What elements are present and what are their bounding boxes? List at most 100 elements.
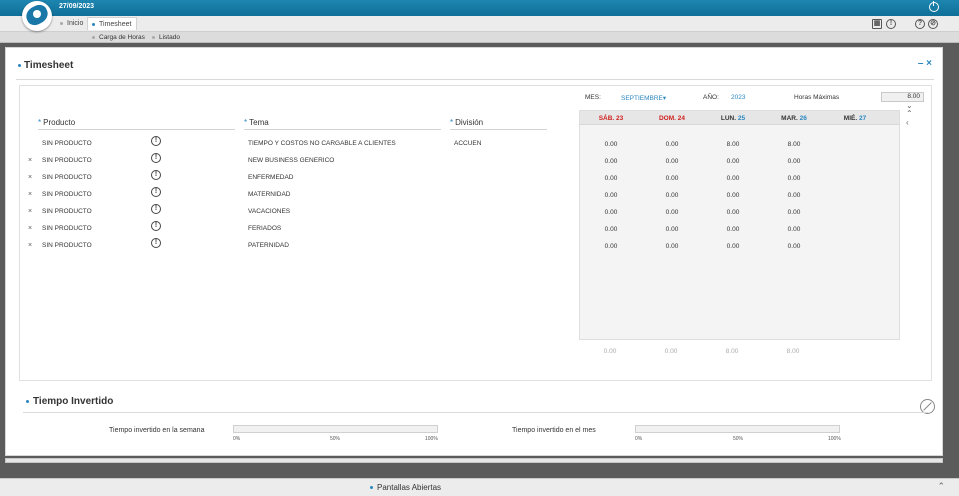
mes-label: MES:: [585, 94, 601, 101]
hours-cell[interactable]: 0.00: [774, 192, 814, 199]
daily-total: 8.00: [786, 348, 800, 355]
hours-cell[interactable]: 0.00: [652, 192, 692, 199]
remove-row-icon[interactable]: ×: [28, 174, 32, 181]
submenu-listado[interactable]: Listado: [152, 34, 180, 41]
day-header: MIÉ. 27: [835, 115, 875, 122]
hours-cell[interactable]: 0.00: [591, 141, 631, 148]
scrollbar[interactable]: [5, 458, 943, 463]
hours-cell[interactable]: 0.00: [591, 226, 631, 233]
column-division-label: División: [455, 118, 484, 127]
breadcrumb-home-label: Inicio: [67, 20, 84, 27]
producto-cell: SIN PRODUCTO: [42, 242, 92, 249]
remove-row-icon[interactable]: ×: [28, 157, 32, 164]
hours-cell[interactable]: 0.00: [774, 209, 814, 216]
daily-total: 0.00: [603, 348, 617, 355]
producto-cell: SIN PRODUCTO: [42, 140, 92, 147]
table-row[interactable]: × SIN PRODUCTO! NEW BUSINESS GENERICO: [20, 153, 580, 174]
app-logo[interactable]: [22, 1, 52, 31]
pantallas-abiertas[interactable]: Pantallas Abiertas: [370, 483, 441, 492]
hours-cell[interactable]: 0.00: [591, 243, 631, 250]
hours-cell[interactable]: 0.00: [591, 209, 631, 216]
bullet-icon: [92, 22, 95, 26]
table-row[interactable]: × SIN PRODUCTO! FERIADOS: [20, 221, 580, 242]
table-row[interactable]: × SIN PRODUCTO! ENFERMEDAD: [20, 170, 580, 191]
bullet-icon: [60, 21, 63, 25]
hours-cell[interactable]: 0.00: [713, 226, 753, 233]
hours-cell[interactable]: 0.00: [713, 243, 753, 250]
tema-cell: NEW BUSINESS GENERICO: [248, 157, 335, 164]
help-icon[interactable]: ?: [915, 19, 925, 29]
horas-maximas-field[interactable]: 8.00: [881, 92, 924, 102]
table-row[interactable]: × SIN PRODUCTO! PATERNIDAD: [20, 238, 580, 259]
current-date: 27/09/2023: [59, 3, 95, 10]
hours-cell[interactable]: 0.00: [652, 243, 692, 250]
breadcrumb-current-label: Timesheet: [99, 21, 132, 28]
hours-cell[interactable]: 0.00: [774, 158, 814, 165]
hours-cell[interactable]: 0.00: [652, 226, 692, 233]
remove-row-icon[interactable]: ×: [28, 208, 32, 215]
tema-cell: MATERNIDAD: [248, 191, 291, 198]
info-icon[interactable]: !: [151, 153, 161, 163]
producto-cell: SIN PRODUCTO: [42, 157, 92, 164]
info-icon[interactable]: !: [151, 238, 161, 248]
info-icon[interactable]: !: [151, 136, 161, 146]
mes-tick-0: 0%: [635, 436, 643, 442]
remove-row-icon[interactable]: ×: [28, 225, 32, 232]
hours-cell[interactable]: 8.00: [774, 141, 814, 148]
power-icon[interactable]: [929, 1, 939, 12]
panel-title-text: Timesheet: [24, 60, 74, 71]
minimize-icon[interactable]: –: [918, 58, 924, 69]
info-icon[interactable]: !: [151, 221, 161, 231]
table-row[interactable]: × SIN PRODUCTO! MATERNIDAD: [20, 187, 580, 208]
day-name: LUN.: [720, 115, 737, 122]
hours-grid-header: SÁB. 23 DOM. 24 LUN. 25 MAR. 26 MIÉ. 27: [580, 111, 899, 125]
hours-cell[interactable]: 0.00: [713, 175, 753, 182]
chevron-left-icon[interactable]: ‹: [906, 118, 909, 127]
anio-label: AÑO:: [703, 94, 719, 101]
hours-cell[interactable]: 0.00: [591, 158, 631, 165]
required-marker: *: [450, 118, 454, 127]
day-name: MIÉ.: [843, 115, 858, 122]
hours-cell[interactable]: 0.00: [774, 175, 814, 182]
hours-cell[interactable]: 0.00: [591, 192, 631, 199]
hours-cell[interactable]: 0.00: [652, 209, 692, 216]
calendar-icon[interactable]: ▦: [872, 19, 882, 29]
hours-cell[interactable]: 0.00: [652, 141, 692, 148]
hours-cell[interactable]: 0.00: [713, 209, 753, 216]
remove-row-icon[interactable]: ×: [28, 242, 32, 249]
info-icon[interactable]: !: [151, 204, 161, 214]
anio-value[interactable]: 2023: [731, 94, 745, 101]
hours-cell[interactable]: 0.00: [652, 175, 692, 182]
day-number: 24: [677, 115, 686, 122]
horas-maximas-label: Horas Máximas: [794, 94, 840, 101]
day-number: 27: [858, 115, 867, 122]
breadcrumb-home[interactable]: Inicio: [60, 20, 83, 27]
submenu-carga-horas[interactable]: Carga de Horas: [92, 34, 145, 41]
mes-value: SEPTIEMBRE: [621, 95, 663, 102]
hours-cell[interactable]: 0.00: [774, 243, 814, 250]
hours-cell[interactable]: 0.00: [591, 175, 631, 182]
producto-cell: SIN PRODUCTO: [42, 225, 92, 232]
close-icon[interactable]: ×: [926, 58, 932, 69]
hours-cell[interactable]: 0.00: [713, 158, 753, 165]
mes-select[interactable]: SEPTIEMBRE▾: [621, 94, 666, 102]
table-row[interactable]: SIN PRODUCTO! TIEMPO Y COSTOS NO CARGABLE…: [20, 136, 580, 157]
chevron-up-icon[interactable]: ⌃: [906, 109, 913, 118]
breadcrumb-current[interactable]: Timesheet: [87, 17, 138, 30]
day-number: 26: [799, 115, 807, 122]
info-icon[interactable]: !: [151, 187, 161, 197]
pantallas-abiertas-label: Pantallas Abiertas: [377, 483, 442, 492]
hours-cell[interactable]: 0.00: [774, 226, 814, 233]
cancel-icon[interactable]: ⊘: [928, 19, 938, 29]
chevron-up-icon[interactable]: ⌃: [937, 481, 945, 492]
table-row[interactable]: × SIN PRODUCTO! VACACIONES: [20, 204, 580, 225]
hours-cell[interactable]: 0.00: [652, 158, 692, 165]
tema-cell: ENFERMEDAD: [248, 174, 294, 181]
day-name: DOM.: [658, 115, 676, 122]
alert-icon[interactable]: !: [886, 19, 896, 29]
hours-cell[interactable]: 8.00: [713, 141, 753, 148]
hours-cell[interactable]: 0.00: [713, 192, 753, 199]
remove-row-icon[interactable]: ×: [28, 191, 32, 198]
info-icon[interactable]: !: [151, 170, 161, 180]
bullet-icon: [92, 35, 95, 39]
